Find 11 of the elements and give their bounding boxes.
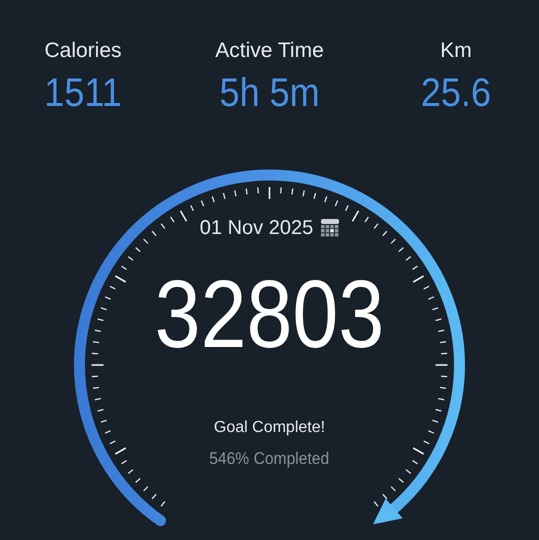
stat-value: 5h 5m [219,70,320,116]
stat-label: Km [440,38,472,64]
goal-percent: 546% Completed [210,449,330,469]
stat-value: 1511 [44,70,122,116]
step-count: 32803 [154,265,384,365]
calendar-icon[interactable] [321,219,340,237]
stat-value: 25.6 [420,70,492,116]
goal-status: Goal Complete! [214,419,326,437]
stat-label: Active Time [215,38,324,64]
date-label: 01 Nov 2025 [200,216,314,240]
stat-label: Calories [44,38,122,64]
